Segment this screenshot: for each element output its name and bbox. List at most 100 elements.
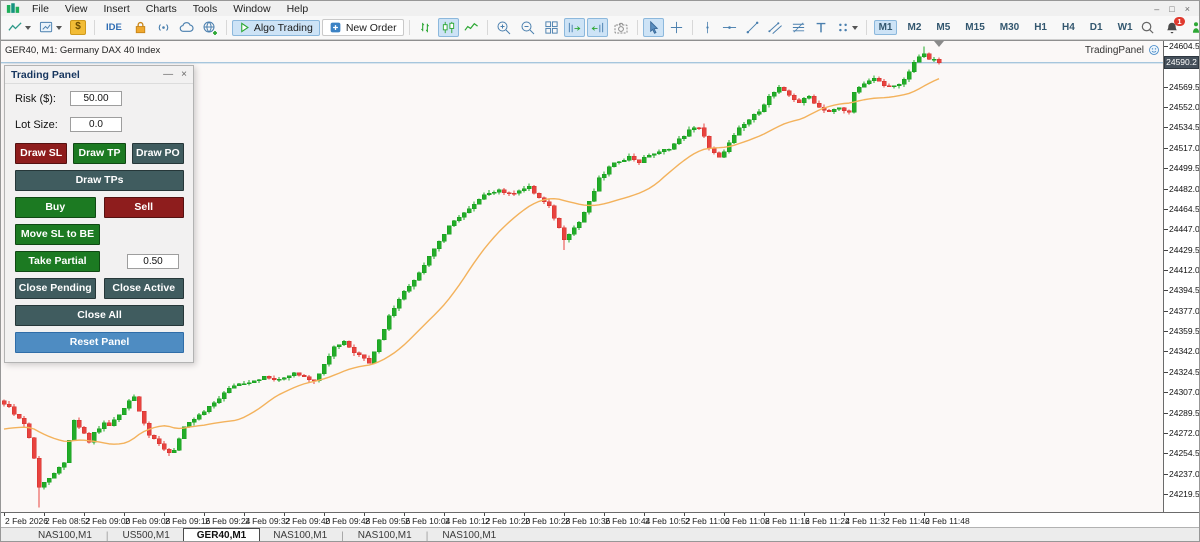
menu-items: FileViewInsertChartsToolsWindowHelp (24, 3, 316, 15)
trading-panel-title: Trading Panel (11, 69, 80, 81)
menu-help[interactable]: Help (279, 3, 317, 15)
take-partial-button[interactable]: Take Partial (15, 251, 100, 272)
chart-tab-5-nas100-m1[interactable]: NAS100,M1 (429, 529, 509, 542)
menu-view[interactable]: View (57, 3, 96, 15)
draw-po-button[interactable]: Draw PO (132, 143, 184, 164)
vertical-line-tool-button[interactable] (698, 18, 717, 37)
window-close-icon[interactable]: × (1185, 4, 1190, 14)
line-chart-mode-button[interactable] (461, 18, 482, 37)
menu-charts[interactable]: Charts (138, 3, 185, 15)
zoom-in-button[interactable] (493, 18, 515, 38)
trading-panel-titlebar[interactable]: Trading Panel — × (5, 66, 193, 84)
time-tick-label: 2 Feb 11:24 (805, 516, 850, 526)
algo-trading-button[interactable]: Algo Trading (232, 20, 320, 36)
crosshair-tool-button[interactable] (666, 18, 687, 37)
metaeditor-button[interactable]: IDE (100, 20, 128, 35)
fibonacci-tool-button[interactable] (788, 18, 809, 37)
time-tick-label: 2 Feb 11:48 (925, 516, 970, 526)
trading-panel-dialog[interactable]: Trading Panel — × Risk ($): 50.00 Lot Si… (4, 65, 194, 363)
draw-tp-button[interactable]: Draw TP (73, 143, 125, 164)
close-pending-button[interactable]: Close Pending (15, 278, 96, 299)
buy-button[interactable]: Buy (15, 197, 96, 218)
chart-window-button[interactable] (36, 18, 65, 37)
timeframe-h1[interactable]: H1 (1029, 20, 1052, 35)
ide-icon: IDE (103, 22, 125, 33)
trendline-tool-button[interactable] (742, 18, 763, 37)
menu-tools[interactable]: Tools (185, 3, 226, 15)
toolbar-separator (637, 20, 638, 35)
time-tick-label: 2 Feb 11:00 (685, 516, 730, 526)
chart-profile-button[interactable] (5, 18, 34, 37)
cursor-tool-button[interactable] (643, 18, 664, 37)
timeframe-w1[interactable]: W1 (1113, 20, 1138, 35)
text-tool-button[interactable] (811, 18, 831, 37)
candle-chart-mode-button[interactable] (438, 18, 459, 37)
reset-panel-button[interactable]: Reset Panel (15, 332, 184, 353)
market-watch-button[interactable]: $ (67, 18, 89, 37)
lock-button[interactable] (130, 18, 151, 37)
auto-scroll-button[interactable] (564, 18, 585, 37)
screenshot-button[interactable] (610, 18, 632, 38)
shapes-icon (836, 20, 850, 35)
time-axis[interactable]: 2 Feb 20262 Feb 08:522 Feb 09:002 Feb 09… (1, 512, 1199, 527)
cloud-button[interactable] (176, 18, 197, 37)
chart-tab-3-nas100-m1[interactable]: NAS100,M1 (260, 529, 340, 542)
timeframe-h4[interactable]: H4 (1057, 20, 1080, 35)
menu-file[interactable]: File (24, 3, 57, 15)
draw-tps-button[interactable]: Draw TPs (15, 170, 184, 191)
panel-close-icon[interactable]: × (181, 70, 187, 80)
timeframe-m1[interactable]: M1 (874, 20, 898, 35)
timeframe-m15[interactable]: M15 (960, 20, 989, 35)
search-icon[interactable] (1140, 20, 1155, 35)
price-tick (1164, 148, 1168, 149)
chart-tab-4-nas100-m1[interactable]: NAS100,M1 (345, 529, 425, 542)
notifications-button[interactable]: 1 (1165, 21, 1179, 35)
chart-tab-1-us500-m1[interactable]: US500,M1 (110, 529, 183, 542)
window-minimize-icon[interactable]: – (1154, 4, 1159, 14)
price-tick (1164, 433, 1168, 434)
timeframe-d1[interactable]: D1 (1085, 20, 1108, 35)
price-tick-label: 24289.5 (1169, 409, 1200, 418)
bar-chart-mode-button[interactable] (415, 18, 436, 37)
price-tick-label: 24342.0 (1169, 347, 1200, 356)
menu-window[interactable]: Window (225, 3, 278, 15)
tile-windows-button[interactable] (541, 18, 562, 37)
close-active-button[interactable]: Close Active (104, 278, 185, 299)
chart-shift-button[interactable] (587, 18, 608, 37)
lot-size-input[interactable]: 0.0 (70, 117, 122, 132)
chart-area: GER40, M1: Germany DAX 40 Index TradingP… (1, 40, 1199, 512)
zigzag-chart-icon (8, 20, 23, 35)
partial-amount-input[interactable]: 0.50 (127, 254, 179, 269)
signals-button[interactable] (153, 18, 174, 37)
price-tick (1164, 127, 1168, 128)
chart-tab-2-ger40-m1[interactable]: GER40,M1 (183, 528, 260, 542)
channel-tool-button[interactable] (765, 18, 786, 37)
time-tick-label: 2 Feb 11:16 (765, 516, 810, 526)
panel-minimize-icon[interactable]: — (163, 70, 173, 80)
chart-shift-marker-icon[interactable] (934, 41, 944, 47)
timeframe-m2[interactable]: M2 (902, 20, 926, 35)
close-all-button[interactable]: Close All (15, 305, 184, 326)
window-restore-icon[interactable]: □ (1169, 4, 1174, 14)
move-sl-to-be-button[interactable]: Move SL to BE (15, 224, 100, 245)
price-tick-label: 24534.5 (1169, 123, 1200, 132)
bars-icon (418, 20, 433, 35)
timeframe-m30[interactable]: M30 (995, 20, 1024, 35)
menu-bar: FileViewInsertChartsToolsWindowHelp – □ … (1, 1, 1199, 16)
timeframe-m5[interactable]: M5 (931, 20, 955, 35)
risk-input[interactable]: 50.00 (70, 91, 122, 106)
shapes-tool-button[interactable] (833, 18, 861, 37)
price-tick (1164, 413, 1168, 414)
zoom-out-button[interactable] (517, 18, 539, 38)
community-compile-button[interactable] (199, 18, 221, 38)
time-tick-label: 2 Feb 10:28 (525, 516, 570, 526)
menu-insert[interactable]: Insert (96, 3, 138, 15)
price-axis[interactable]: 24590.2 24604.524587.024569.524552.02453… (1163, 41, 1199, 512)
sell-button[interactable]: Sell (104, 197, 185, 218)
horizontal-line-tool-button[interactable] (719, 18, 740, 37)
new-order-button[interactable]: New Order (322, 19, 404, 36)
community-user-icon[interactable] (1189, 20, 1200, 35)
draw-sl-button[interactable]: Draw SL (15, 143, 67, 164)
auto-scroll-icon (567, 20, 582, 35)
chart-tab-0-nas100-m1[interactable]: NAS100,M1 (25, 529, 105, 542)
